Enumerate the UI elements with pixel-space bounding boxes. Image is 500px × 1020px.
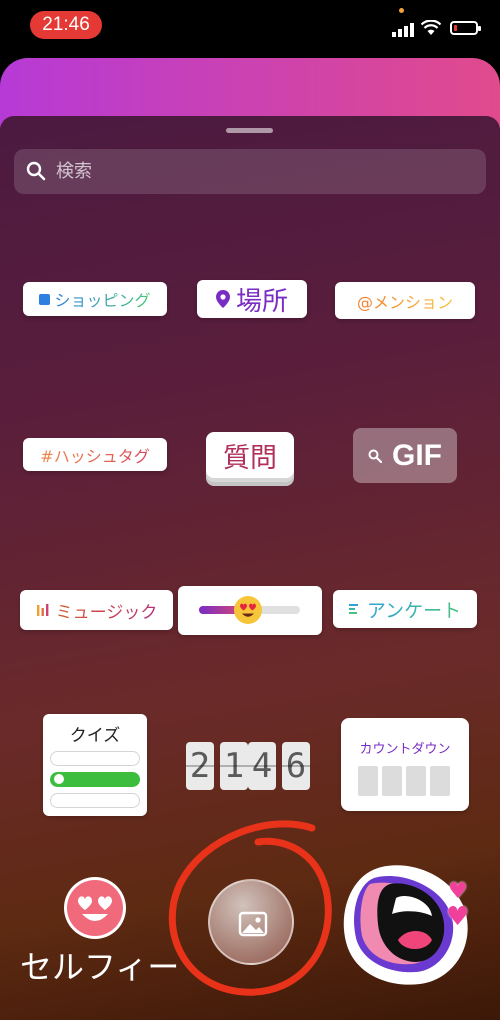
countdown-box xyxy=(430,766,450,796)
poll-sticker-label: アンケート xyxy=(367,596,461,623)
battery-icon xyxy=(450,21,481,35)
countdown-sticker-label: カウントダウン xyxy=(359,742,451,757)
time-digit: 2 xyxy=(186,742,214,790)
countdown-sticker[interactable]: カウントダウン xyxy=(341,718,469,811)
time-digit: 6 xyxy=(282,742,310,790)
music-sticker[interactable]: ミュージック xyxy=(20,590,173,630)
selfie-sticker-icon[interactable] xyxy=(63,876,127,940)
time-digit: 4 xyxy=(248,742,276,790)
quiz-option xyxy=(50,793,140,808)
search-icon xyxy=(26,161,46,181)
countdown-box xyxy=(382,766,402,796)
gif-sticker[interactable]: GIF xyxy=(353,428,457,483)
quiz-option xyxy=(50,751,140,766)
countdown-box xyxy=(358,766,378,796)
check-icon xyxy=(54,774,64,784)
image-icon xyxy=(238,911,268,937)
countdown-box xyxy=(406,766,426,796)
location-sticker-label: 場所 xyxy=(235,286,288,317)
quiz-sticker-label: クイズ xyxy=(69,726,121,746)
battery-level xyxy=(454,25,457,31)
search-input[interactable] xyxy=(56,149,476,194)
mention-sticker[interactable]: @メンション xyxy=(335,282,475,319)
hashtag-sticker-label: #ハッシュタグ xyxy=(40,443,149,467)
sticker-search-bar[interactable] xyxy=(14,149,486,194)
gif-sticker-label: GIF xyxy=(392,438,442,472)
heart-icon: ♥ xyxy=(448,879,468,904)
time-sticker[interactable]: 2 1 4 6 xyxy=(186,742,314,790)
heart-icon: ♥ xyxy=(446,902,470,932)
shopping-bag-icon xyxy=(39,293,51,305)
question-sticker[interactable]: 質問 xyxy=(206,432,294,478)
time-digit: 1 xyxy=(220,742,248,790)
quiz-option-correct xyxy=(50,772,140,787)
hashtag-sticker[interactable]: #ハッシュタグ xyxy=(23,438,167,471)
map-pin-icon xyxy=(215,290,230,308)
sheet-grabber-handle[interactable] xyxy=(226,128,273,133)
selfie-label[interactable]: セルフィー xyxy=(20,942,179,988)
status-time: 21:46 xyxy=(30,11,102,39)
poll-sticker[interactable]: アンケート xyxy=(333,590,477,628)
music-sticker-label: ミュージック xyxy=(56,598,158,623)
question-sticker-label: 質問 xyxy=(223,442,277,474)
photo-sticker-button[interactable] xyxy=(208,879,294,965)
status-bar: 21:46 xyxy=(0,0,500,50)
emoji-slider-sticker[interactable] xyxy=(178,586,322,635)
poll-lines-icon xyxy=(348,604,358,614)
privacy-indicator-dot xyxy=(399,8,404,13)
audio-bars-icon xyxy=(36,604,49,616)
quiz-sticker[interactable]: クイズ xyxy=(43,714,147,816)
shopping-sticker[interactable]: ショッピング xyxy=(23,282,167,316)
shopping-sticker-label: ショッピング xyxy=(54,287,150,311)
magnifier-icon xyxy=(368,449,382,463)
wifi-icon xyxy=(421,20,441,35)
mention-sticker-label: @メンション xyxy=(357,289,453,313)
location-sticker[interactable]: 場所 xyxy=(197,280,307,318)
cellular-signal-icon xyxy=(392,23,414,37)
heart-eyes-emoji-icon xyxy=(234,596,262,624)
